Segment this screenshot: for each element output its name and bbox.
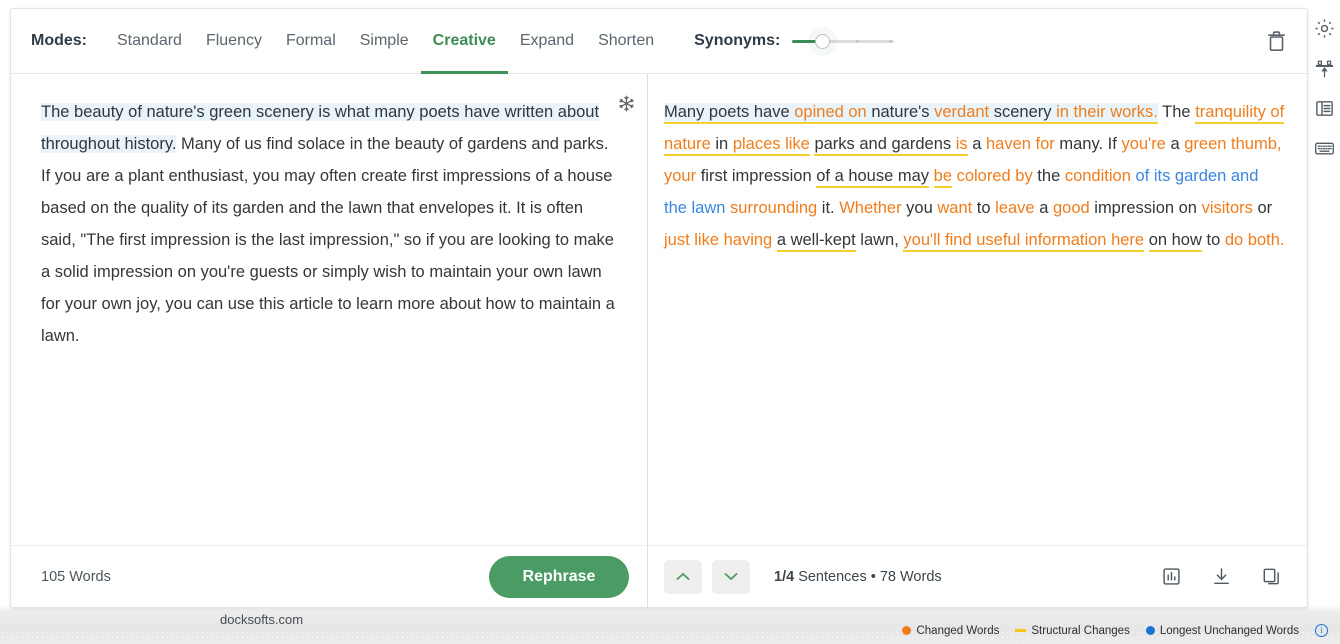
document-icon[interactable] bbox=[1312, 96, 1336, 120]
result-footer: 1/4 Sentences • 78 Words bbox=[648, 545, 1307, 607]
result-text-segment: nature's bbox=[866, 103, 935, 124]
result-text-segment: in their works. bbox=[1056, 103, 1158, 124]
source-footer: 105 Words Rephrase bbox=[11, 545, 647, 607]
result-text-segment: just like having bbox=[664, 231, 773, 249]
sentence-info: 1/4 Sentences • 78 Words bbox=[774, 569, 942, 585]
source-pane: The beauty of nature's green scenery is … bbox=[11, 74, 648, 607]
result-text-segment: you're bbox=[1121, 135, 1166, 153]
result-text-segment: scenery bbox=[989, 103, 1057, 124]
result-text-segment: to bbox=[1201, 231, 1225, 249]
result-text-segment: opined on bbox=[794, 103, 867, 124]
result-text-segment: Many poets have bbox=[664, 103, 795, 124]
result-text-segment: colored by bbox=[952, 167, 1033, 185]
result-text-segment: you'll find useful information here bbox=[903, 231, 1145, 252]
mode-tab-standard[interactable]: Standard bbox=[105, 9, 194, 74]
result-text-segment: is bbox=[951, 135, 968, 156]
result-text-segment: a bbox=[1165, 135, 1185, 153]
bar-chart-icon[interactable] bbox=[1159, 565, 1183, 589]
result-text-segment: want bbox=[937, 199, 973, 217]
synonyms-slider[interactable] bbox=[792, 31, 895, 51]
result-text-segment: first impression bbox=[696, 167, 817, 185]
editor-panes: The beauty of nature's green scenery is … bbox=[11, 74, 1307, 607]
legend-item: Structural Changes bbox=[1015, 624, 1130, 637]
source-text-segment: Many of us find solace in the beauty of … bbox=[41, 135, 615, 345]
paraphraser-card: Modes: Standard Fluency Formal Simple Creati… bbox=[10, 8, 1308, 608]
previous-sentence-button[interactable] bbox=[664, 559, 702, 594]
next-sentence-button[interactable] bbox=[712, 559, 750, 594]
mode-tab-creative[interactable]: Creative bbox=[420, 9, 508, 74]
result-text-segment: of a house may bbox=[816, 167, 930, 188]
chevron-down-icon bbox=[724, 573, 738, 581]
result-text-segment: a bbox=[967, 135, 986, 153]
download-icon[interactable] bbox=[1209, 565, 1233, 589]
legend-label: Structural Changes bbox=[1031, 624, 1130, 637]
result-text-segment: a well-kept bbox=[776, 231, 856, 252]
legend-label: Changed Words bbox=[916, 624, 1000, 637]
slider-thumb[interactable] bbox=[814, 34, 830, 49]
result-text-segment: places like bbox=[732, 135, 810, 156]
result-text-segment: to bbox=[972, 199, 996, 217]
source-word-count: 105 Words bbox=[41, 568, 111, 585]
gear-icon[interactable] bbox=[1312, 16, 1336, 40]
result-actions bbox=[1159, 565, 1283, 589]
result-text-segment: you bbox=[901, 199, 938, 217]
modes-label: Modes: bbox=[31, 32, 87, 49]
result-text-segment: lawn, bbox=[855, 231, 904, 249]
rephrase-button[interactable]: Rephrase bbox=[489, 555, 629, 598]
result-text-segment: verdant bbox=[934, 103, 990, 124]
legend-marker-dot bbox=[1145, 626, 1155, 635]
keyboard-icon[interactable] bbox=[1312, 136, 1336, 160]
legend-label: Longest Unchanged Words bbox=[1159, 624, 1299, 637]
sentence-index: 1/4 bbox=[774, 568, 795, 585]
result-text-segment: good bbox=[1052, 199, 1090, 217]
legend-item: Changed Words bbox=[902, 625, 999, 637]
result-text-segment: in bbox=[710, 135, 733, 156]
result-text-segment: condition bbox=[1064, 167, 1131, 185]
result-text-segment: visitors bbox=[1201, 199, 1253, 217]
mode-tab-simple[interactable]: Simple bbox=[348, 9, 421, 74]
result-text-segment: it. bbox=[817, 199, 840, 217]
watermark: docksofts.com bbox=[220, 612, 304, 627]
mode-tab-formal[interactable]: Formal bbox=[274, 9, 348, 74]
synonyms-label: Synonyms: bbox=[694, 32, 781, 49]
right-toolbar bbox=[1308, 8, 1340, 160]
chevron-up-icon bbox=[676, 572, 690, 580]
result-text-segment bbox=[929, 167, 934, 185]
legend-item: Longest Unchanged Words bbox=[1145, 624, 1299, 637]
result-text-segment bbox=[1144, 231, 1149, 249]
result-pane: Many poets have opined on nature's verda… bbox=[648, 74, 1307, 607]
result-text-segment: impression on bbox=[1089, 199, 1202, 217]
result-text-segment: Whether bbox=[839, 199, 902, 217]
mode-tab-expand[interactable]: Expand bbox=[508, 9, 586, 74]
result-text-segment: the bbox=[1032, 167, 1065, 185]
info-icon[interactable]: i bbox=[1315, 624, 1328, 637]
upload-icon[interactable] bbox=[1312, 56, 1336, 80]
mode-tab-list: Standard Fluency Formal Simple Creative Expan… bbox=[105, 9, 666, 74]
result-text-segment: many. If bbox=[1054, 135, 1122, 153]
result-text-segment: haven for bbox=[986, 135, 1055, 153]
result-text-segment: The bbox=[1157, 103, 1196, 121]
mode-tab-shorten[interactable]: Shorten bbox=[586, 9, 666, 74]
result-text-segment: surrounding bbox=[725, 199, 818, 217]
legend-marker-dash bbox=[1015, 629, 1027, 632]
trash-icon[interactable] bbox=[1259, 24, 1293, 58]
modes-toolbar: Modes: Standard Fluency Formal Simple Creati… bbox=[11, 9, 1307, 74]
result-text-segment: or bbox=[1252, 199, 1273, 217]
legend: Changed Words Structural Changes Longest U… bbox=[902, 624, 1328, 637]
legend-marker-dot bbox=[902, 626, 912, 635]
result-text-segment: do both. bbox=[1224, 231, 1285, 249]
source-text-editor[interactable]: The beauty of nature's green scenery is … bbox=[11, 74, 647, 545]
result-text-segment: leave bbox=[995, 199, 1035, 217]
result-text-segment: a bbox=[1034, 199, 1053, 217]
result-text-segment: parks and gardens bbox=[814, 135, 952, 156]
result-text-segment: be bbox=[933, 167, 952, 188]
result-text-segment: on how bbox=[1148, 231, 1202, 252]
result-text-area[interactable]: Many poets have opined on nature's verda… bbox=[648, 74, 1307, 545]
mode-tab-fluency[interactable]: Fluency bbox=[194, 9, 274, 74]
snowflake-icon[interactable] bbox=[613, 90, 639, 116]
sentence-info-text: Sentences • 78 Words bbox=[794, 568, 942, 585]
copy-icon[interactable] bbox=[1259, 565, 1283, 589]
synonyms-control: Synonyms: bbox=[694, 31, 895, 51]
